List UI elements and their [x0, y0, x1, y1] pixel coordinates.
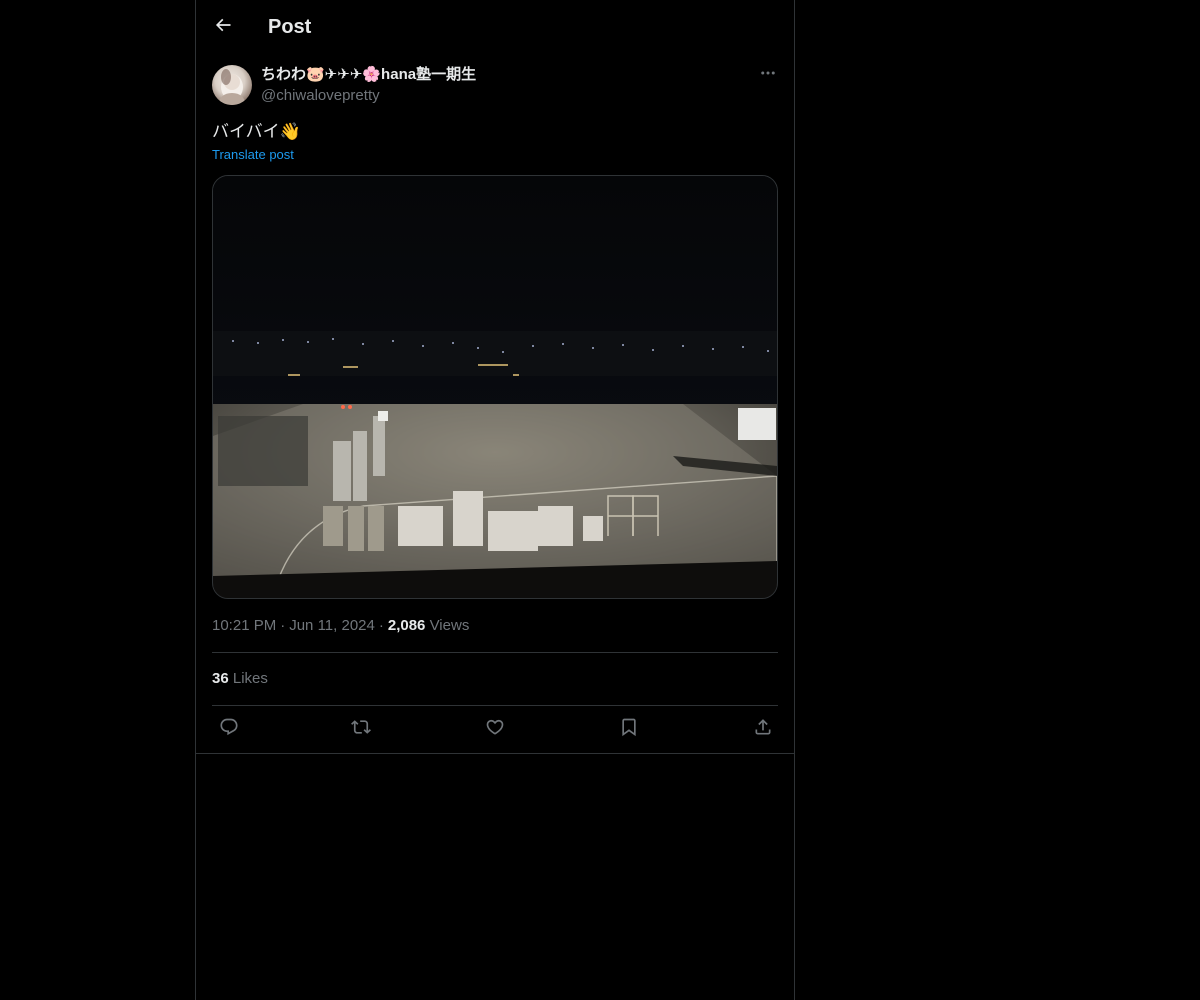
author-handle[interactable]: @chiwalovepretty	[261, 86, 380, 106]
divider	[196, 753, 794, 754]
heart-icon	[485, 717, 505, 742]
author-display-name[interactable]: ちわわ🐷✈✈✈🌸hana塾一期生	[261, 65, 476, 85]
post-column: Post ちわわ🐷✈✈✈🌸hana塾一期生 @chiwalovepretty バ…	[195, 0, 795, 1000]
bookmark-button[interactable]	[612, 712, 646, 746]
meta-separator: ·	[378, 617, 384, 634]
meta-separator: ·	[280, 617, 286, 634]
action-bar	[212, 712, 778, 746]
top-bar: Post	[196, 0, 794, 53]
share-icon	[753, 717, 773, 742]
share-button[interactable]	[746, 712, 780, 746]
arrow-left-icon	[213, 15, 233, 40]
post-date[interactable]: Jun 11, 2024	[289, 617, 375, 634]
divider	[212, 705, 778, 706]
more-horizontal-icon	[759, 64, 777, 87]
translate-post-link[interactable]: Translate post	[212, 146, 294, 164]
likes-stat[interactable]: 36 Likes	[212, 669, 268, 689]
reply-icon	[219, 717, 239, 742]
more-options-button[interactable]	[754, 63, 782, 87]
post-time[interactable]: 10:21 PM	[212, 617, 276, 634]
night-airport-apron-photo	[213, 176, 777, 598]
bookmark-icon	[619, 717, 639, 742]
divider	[212, 652, 778, 653]
reply-button[interactable]	[212, 712, 246, 746]
likes-count: 36	[212, 670, 229, 687]
page-title: Post	[268, 16, 312, 38]
back-button[interactable]	[206, 10, 240, 44]
post-meta: 10:21 PM · Jun 11, 2024 · 2,086 Views	[212, 616, 469, 636]
like-button[interactable]	[478, 712, 512, 746]
post-media-image[interactable]	[212, 175, 778, 599]
repost-button[interactable]	[344, 712, 378, 746]
avatar[interactable]	[212, 65, 252, 105]
post-text: バイバイ👋	[212, 122, 301, 141]
likes-label: Likes	[232, 670, 268, 687]
views-count: 2,086	[387, 617, 426, 634]
repost-icon	[351, 717, 371, 742]
views-label: Views	[429, 617, 470, 634]
